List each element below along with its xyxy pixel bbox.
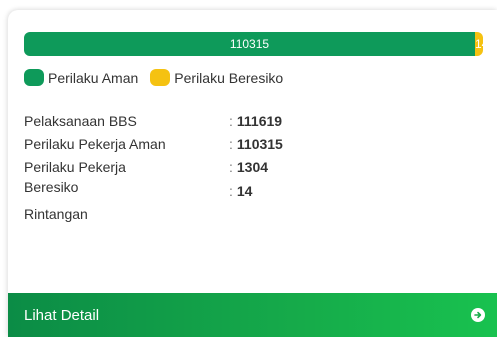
behavior-progress-bar: 110315 14 [24, 32, 483, 56]
stat-label: Pelaksanaan BBS [24, 113, 137, 129]
stat-value-wrap: :110315 [229, 136, 283, 152]
legend-swatch-risk [150, 69, 171, 86]
stat-value: 1304 [236, 159, 269, 175]
stat-label: Rintangan [24, 206, 88, 222]
arrow-circle-right-icon [471, 308, 485, 322]
stat-value: 111619 [236, 113, 283, 129]
legend-item-safe: Perilaku Aman [24, 69, 138, 86]
legend: Perilaku Aman Perilaku Beresiko [24, 69, 295, 86]
progress-segment-risk: 14 [475, 32, 483, 56]
stat-value-wrap: :111619 [229, 113, 283, 129]
view-detail-label: Lihat Detail [24, 306, 100, 324]
stat-label: Perilaku Pekerja Aman [24, 136, 166, 152]
progress-safe-label: 110315 [229, 37, 270, 51]
legend-label-risk: Perilaku Beresiko [174, 69, 284, 86]
stat-value-wrap: :14 [229, 183, 253, 199]
legend-swatch-safe [24, 69, 44, 86]
bbs-summary-card: 110315 14 Perilaku Aman Perilaku Beresik… [8, 10, 497, 337]
progress-segment-safe: 110315 [24, 32, 475, 56]
legend-label-safe: Perilaku Aman [48, 69, 139, 86]
progress-risk-label: 14 [475, 37, 483, 51]
view-detail-button[interactable]: Lihat Detail [8, 293, 497, 337]
stat-label: Perilaku Pekerja [24, 159, 126, 175]
stat-value-wrap: :1304 [229, 159, 269, 175]
legend-item-risk: Perilaku Beresiko [150, 69, 283, 86]
stat-value: 14 [236, 183, 253, 199]
stat-label: Beresiko [24, 179, 79, 195]
stat-value: 110315 [236, 136, 283, 152]
